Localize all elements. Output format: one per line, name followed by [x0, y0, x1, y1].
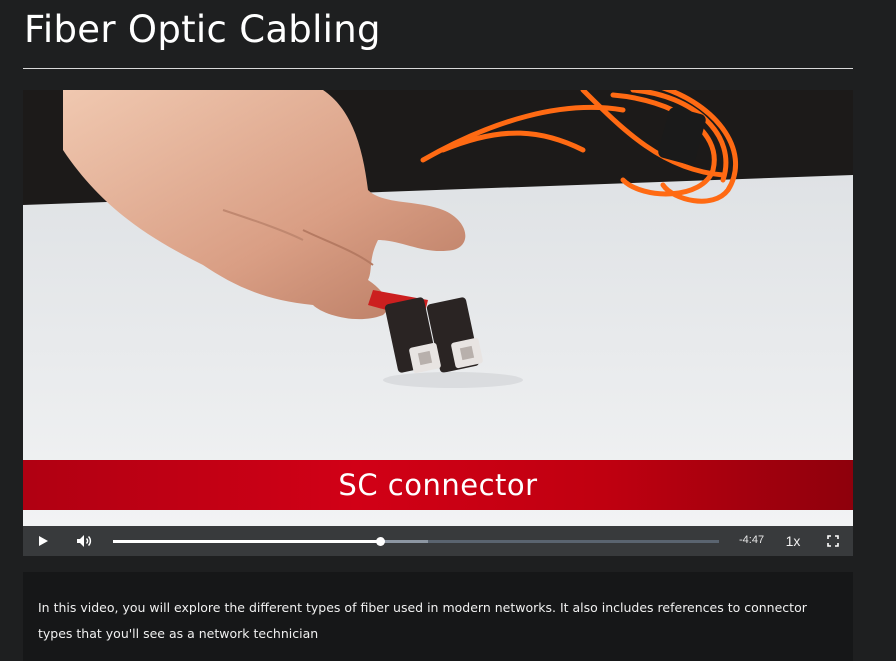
play-button[interactable]: [33, 526, 53, 556]
page-title: Fiber Optic Cabling: [24, 8, 381, 51]
title-divider: [23, 68, 853, 69]
time-remaining: -4:47: [739, 534, 765, 546]
description-panel: In this video, you will explore the diff…: [23, 572, 853, 661]
video-controls: -4:47 1x: [23, 526, 853, 556]
volume-icon: [77, 535, 92, 547]
video-description: In this video, you will explore the diff…: [38, 600, 807, 641]
play-icon: [39, 536, 48, 546]
video-player[interactable]: SC connector -4:47 1x: [23, 90, 853, 556]
seek-bar[interactable]: [113, 537, 719, 546]
caption-text: SC connector: [338, 468, 538, 502]
fullscreen-button[interactable]: [823, 526, 843, 556]
volume-button[interactable]: [73, 526, 95, 556]
seek-handle[interactable]: [375, 537, 385, 546]
caption-banner: SC connector: [23, 460, 853, 510]
seek-progress: [113, 540, 380, 543]
playback-speed-button[interactable]: 1x: [781, 526, 805, 556]
fullscreen-icon: [827, 535, 839, 547]
